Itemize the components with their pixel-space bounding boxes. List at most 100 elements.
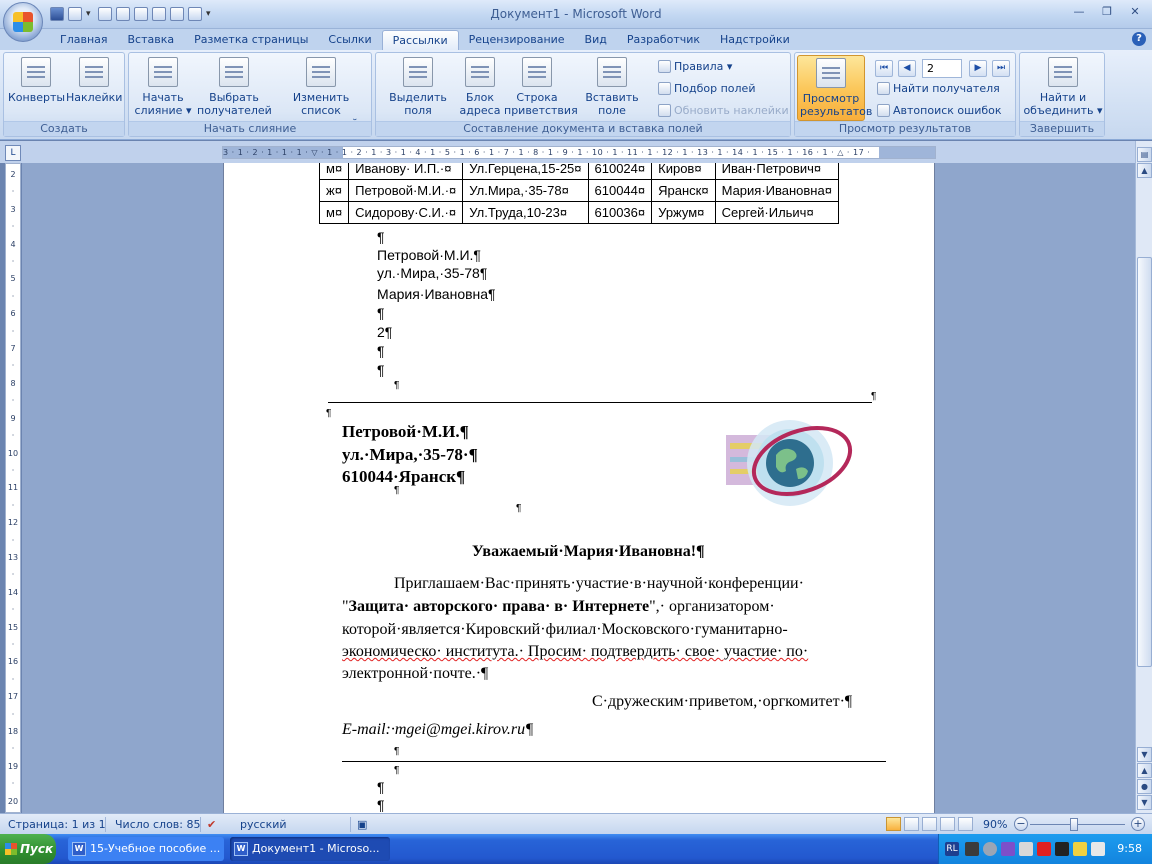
previous-record-button[interactable]: ◀: [898, 60, 916, 77]
vertical-ruler[interactable]: 2 · 3 · 4 · 5 · 6 · 7 · 8 · 9 · 10 · 11 …: [5, 163, 21, 840]
group-label: Создать: [4, 121, 124, 136]
document-page[interactable]: м¤ Иванову· И.П.·¤ Ул.Герцена,15-25¤ 610…: [223, 163, 935, 813]
insert-merge-field-button[interactable]: Вставить поле слияния ▾: [572, 57, 652, 130]
ruler-toggle-icon[interactable]: ▤: [1137, 147, 1152, 162]
greeting-line-button[interactable]: Строка приветствия: [504, 57, 578, 117]
office-button[interactable]: [3, 2, 43, 42]
print-layout-icon[interactable]: [886, 817, 901, 831]
tray-app-icon[interactable]: [1001, 842, 1015, 856]
previous-page-icon[interactable]: ▲: [1137, 763, 1152, 778]
web-layout-icon[interactable]: [922, 817, 937, 831]
tab-insert[interactable]: Вставка: [118, 30, 185, 50]
scroll-up-icon[interactable]: ▲: [1137, 163, 1152, 178]
finish-merge-button[interactable]: Найти и объединить ▾: [1023, 57, 1103, 117]
table-cell[interactable]: Уржум¤: [651, 201, 716, 224]
table-cell[interactable]: Киров¤: [651, 163, 716, 180]
outline-view-icon[interactable]: [940, 817, 955, 831]
table-cell[interactable]: Яранск¤: [651, 179, 716, 202]
highlight-merge-fields-button[interactable]: Выделить поля слияния: [380, 57, 456, 130]
update-labels-button[interactable]: Обновить наклейки: [658, 102, 789, 120]
greeting-line-icon: [522, 57, 552, 87]
vertical-scrollbar[interactable]: ▤ ▲ ▼ ▲ ● ▼: [1135, 141, 1152, 813]
spellcheck-status-icon[interactable]: ✔: [207, 818, 216, 831]
table-cell[interactable]: Сидорову·С.И.·¤: [348, 201, 464, 224]
table-cell[interactable]: 610036¤: [587, 201, 653, 224]
system-clock[interactable]: 9:58: [1117, 842, 1142, 855]
table-cell[interactable]: Ул.Мира,·35-78¤: [462, 179, 589, 202]
tray-app-icon[interactable]: [965, 842, 979, 856]
envelopes-button[interactable]: Конверты: [8, 57, 65, 104]
taskbar-item-document1[interactable]: W Документ1 - Microso...: [230, 837, 390, 861]
document-icon: [148, 57, 178, 87]
tab-home[interactable]: Главная: [50, 30, 118, 50]
draft-view-icon[interactable]: [958, 817, 973, 831]
table-cell[interactable]: 610024¤: [587, 163, 653, 180]
restore-icon[interactable]: ❐: [1094, 3, 1120, 21]
find-recipient-button[interactable]: Найти получателя: [877, 80, 1000, 98]
browse-object-icon[interactable]: ●: [1137, 779, 1152, 794]
tab-developer[interactable]: Разработчик: [617, 30, 710, 50]
last-record-button[interactable]: ⏭: [992, 60, 1010, 77]
tray-app-icon[interactable]: [1019, 842, 1033, 856]
tab-stop-selector[interactable]: L: [5, 145, 21, 161]
zoom-in-icon[interactable]: +: [1131, 817, 1145, 831]
language-status[interactable]: русский: [240, 818, 287, 831]
record-number-input[interactable]: 2: [922, 59, 962, 78]
table-row: м¤ Сидорову·С.И.·¤ Ул.Труда,10-23¤ 61003…: [318, 201, 839, 224]
labels-button[interactable]: Наклейки: [66, 57, 122, 104]
tray-network-icon[interactable]: [1091, 842, 1105, 856]
tab-addins[interactable]: Надстройки: [710, 30, 800, 50]
table-cell[interactable]: Иванову· И.П.·¤: [348, 163, 464, 180]
macro-record-icon[interactable]: ▣: [357, 818, 367, 831]
address-block-button[interactable]: Блок адреса: [458, 57, 502, 117]
start-merge-button[interactable]: Начать слияние ▾: [133, 57, 193, 117]
minimize-icon[interactable]: —: [1066, 3, 1092, 21]
tab-mailings[interactable]: Рассылки: [381, 30, 459, 50]
full-screen-reading-icon[interactable]: [904, 817, 919, 831]
scroll-down-icon[interactable]: ▼: [1137, 747, 1152, 762]
zoom-level[interactable]: 90%: [983, 818, 1007, 831]
tab-references[interactable]: Ссылки: [318, 30, 381, 50]
table-cell[interactable]: Ул.Труда,10-23¤: [462, 201, 589, 224]
next-page-icon[interactable]: ▼: [1137, 795, 1152, 810]
table-cell[interactable]: Ул.Герцена,15-25¤: [462, 163, 589, 180]
address-street: ул.·Мира,·35-78·¶: [342, 445, 478, 464]
tray-volume-icon[interactable]: [1073, 842, 1087, 856]
tray-disc-icon[interactable]: [983, 842, 997, 856]
tray-app-icon[interactable]: [1055, 842, 1069, 856]
page-count[interactable]: Страница: 1 из 1: [8, 818, 106, 831]
language-indicator[interactable]: RL: [945, 842, 959, 856]
table-cell[interactable]: 610044¤: [587, 179, 653, 202]
table-cell[interactable]: Мария·Ивановна¤: [714, 179, 839, 202]
first-record-button[interactable]: ⏮: [875, 60, 893, 77]
help-icon[interactable]: ?: [1132, 32, 1146, 46]
select-recipients-button[interactable]: Выбрать получателей ▾: [197, 57, 272, 130]
start-button[interactable]: Пуск: [0, 834, 56, 864]
tab-page-layout[interactable]: Разметка страницы: [184, 30, 318, 50]
close-icon[interactable]: ✕: [1122, 3, 1148, 21]
match-fields-button[interactable]: Подбор полей: [658, 80, 755, 98]
table-cell[interactable]: Сергей·Ильич¤: [714, 201, 839, 224]
rules-button[interactable]: Правила ▾: [658, 58, 732, 76]
preview-results-button[interactable]: Просмотр результатов: [797, 55, 872, 121]
zoom-out-icon[interactable]: −: [1014, 817, 1028, 831]
tab-review[interactable]: Рецензирование: [459, 30, 575, 50]
table-cell[interactable]: Петровой·М.И.·¤: [348, 179, 464, 202]
zoom-slider-thumb[interactable]: [1070, 818, 1078, 831]
paragraph-mark: ¶: [377, 229, 385, 245]
horizontal-ruler[interactable]: 3 · 1 · 2 · 1 · 1 · 1 · ▽ · 1 · 1 · 2 · …: [222, 146, 936, 159]
taskbar-item-textbook[interactable]: W 15-Учебное пособие ...: [68, 837, 224, 861]
table-cell[interactable]: Иван·Петрович¤: [714, 163, 839, 180]
tray-antivirus-icon[interactable]: [1037, 842, 1051, 856]
edit-recipient-list-button[interactable]: Изменить список получателей: [273, 57, 369, 130]
next-record-button[interactable]: ▶: [969, 60, 987, 77]
table-cell[interactable]: ж¤: [318, 179, 350, 202]
auto-check-errors-button[interactable]: Автопоиск ошибок: [877, 102, 1002, 120]
word-count[interactable]: Число слов: 85: [115, 818, 201, 831]
check-errors-icon: [877, 104, 890, 117]
group-start-merge: Начать слияние ▾ Выбрать получателей ▾ И…: [128, 52, 372, 137]
scroll-thumb[interactable]: [1137, 257, 1152, 667]
tab-view[interactable]: Вид: [575, 30, 617, 50]
table-cell[interactable]: м¤: [318, 201, 350, 224]
table-cell[interactable]: м¤: [318, 163, 350, 180]
